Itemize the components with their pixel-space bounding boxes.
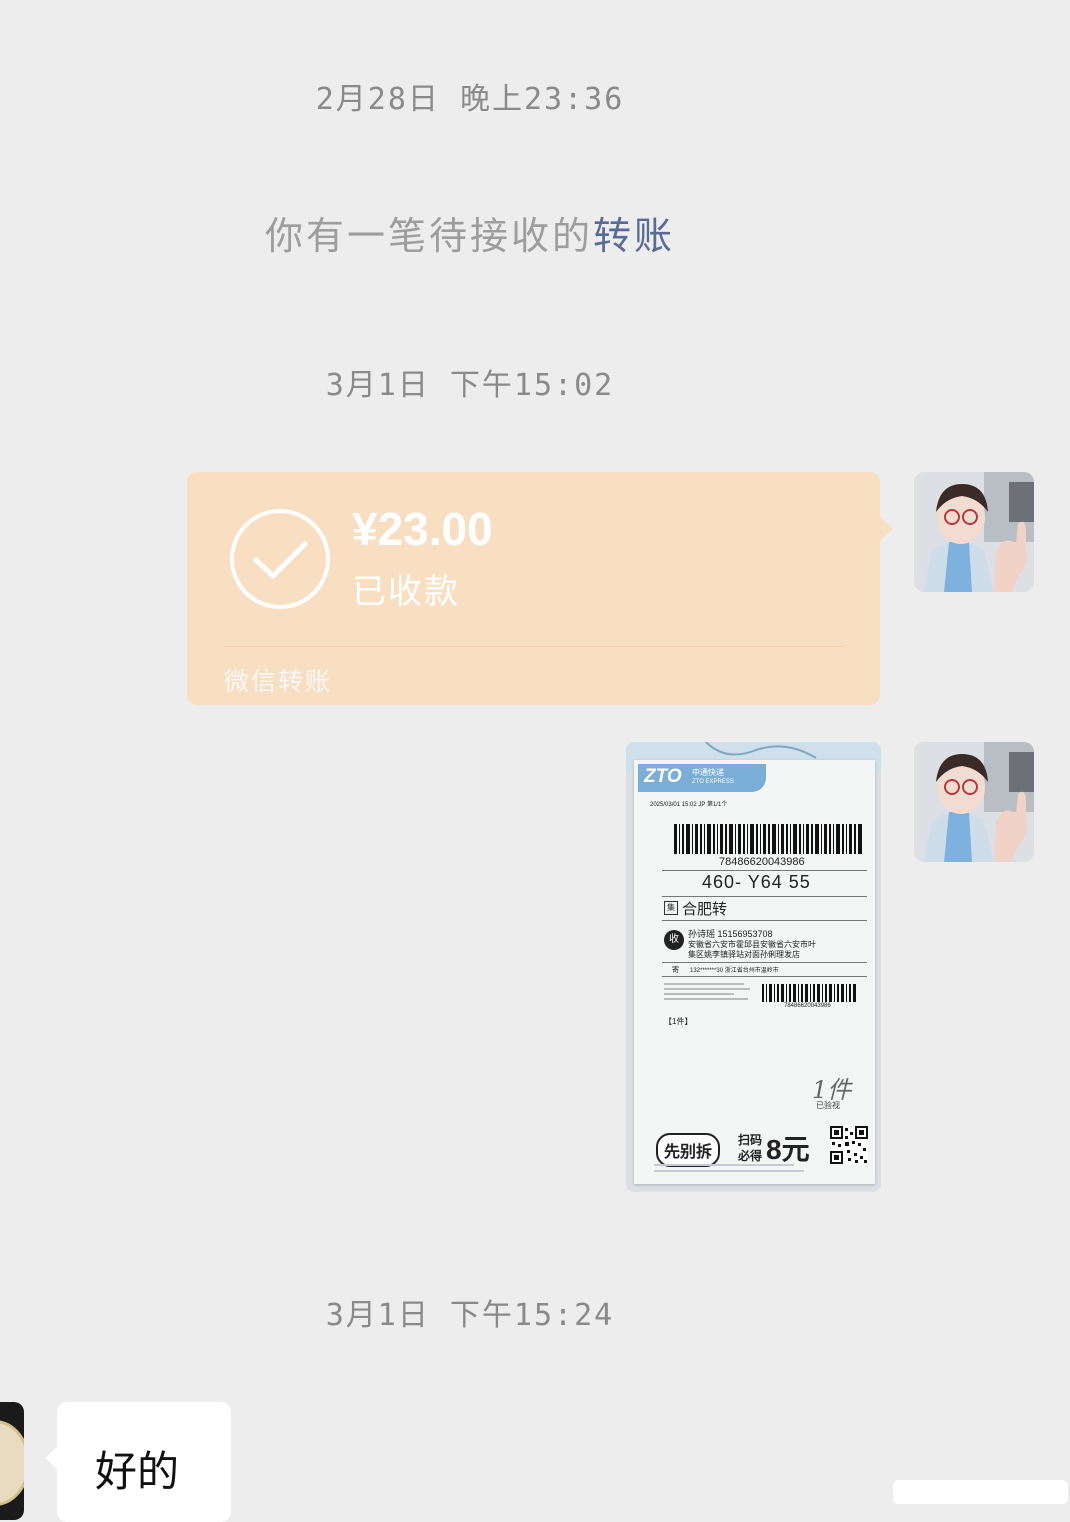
label-rule (662, 962, 867, 963)
label-rule (662, 976, 867, 977)
transfer-pending-notice: 你有一笔待接收的转账 (0, 205, 940, 260)
my-avatar[interactable] (914, 472, 1034, 592)
avatar-photo (914, 742, 1034, 862)
fine-print-block (664, 980, 754, 1006)
carrier-logo: ZTO (644, 766, 682, 787)
timestamp: 3月1日 下午15:24 (325, 1298, 615, 1333)
fine-print-line (654, 1170, 804, 1172)
tracking-barcode (674, 824, 862, 854)
incoming-message-bubble[interactable]: 好的 (45, 1402, 231, 1522)
label-rule (662, 896, 867, 897)
piece-count: 【1件】 (664, 1017, 693, 1026)
parcel-label: ZTO 中通快递 ZTO EXPRESS 2025/03/01 15:02 JP… (634, 760, 875, 1184)
small-barcode-number: 78486620043986 (784, 1003, 831, 1009)
my-avatar[interactable] (914, 742, 1034, 862)
notice-text: 你有一笔待接收的 (264, 214, 593, 258)
promo-scan: 扫码 (738, 1133, 763, 1147)
label-rule (662, 870, 867, 871)
carrier-name-cn: 中通快递 (692, 768, 724, 777)
transfer-link[interactable]: 转账 (593, 214, 675, 258)
bubble-tail (45, 1446, 58, 1470)
carrier-name-en: ZTO EXPRESS (692, 779, 734, 785)
contact-avatar-image (0, 1420, 24, 1506)
divider (224, 646, 843, 647)
bubble-tail (879, 516, 893, 542)
transfer-amount: ¥23.00 (352, 503, 493, 555)
promo-amount: 8元 (766, 1134, 810, 1165)
address-line-2: 集区姚李镇驿站对面孙俐理发店 (688, 950, 800, 959)
tracking-number: 78486620043986 (719, 856, 805, 868)
transfer-footer: 微信转账 (224, 667, 333, 696)
route: 合肥转 (682, 901, 728, 918)
promo-get: 必得 (738, 1149, 763, 1163)
qr-code-icon (830, 1126, 868, 1164)
promo-dont-open: 先别拆 (656, 1133, 721, 1167)
timestamp: 2月28日 晚上23:36 (315, 82, 625, 117)
home-indicator (893, 1480, 1068, 1504)
checked-stamp: 已验视 (816, 1101, 840, 1110)
avatar-photo (914, 472, 1034, 592)
receive-badge: 收 (664, 930, 684, 950)
route-badge: 集 (664, 901, 678, 915)
parcel-photo-message[interactable]: ZTO 中通快递 ZTO EXPRESS 2025/03/01 15:02 JP… (626, 742, 881, 1192)
fine-print-line (654, 1164, 794, 1166)
sender: 132*******30 浙江省台州市温岭市 (690, 968, 779, 974)
timestamp: 3月1日 下午15:02 (325, 368, 615, 403)
message-text: 好的 (95, 1447, 180, 1496)
sort-code: 460- Y64 55 (702, 872, 811, 892)
label-rule (662, 920, 867, 921)
contact-avatar[interactable] (0, 1402, 24, 1520)
transfer-card[interactable]: ¥23.00 已收款 微信转账 (187, 472, 893, 705)
small-barcode (762, 984, 856, 1002)
sender-badge: 寄 (672, 967, 679, 974)
check-circle-icon (230, 509, 330, 609)
transfer-status: 已收款 (352, 572, 460, 612)
print-info: 2025/03/01 15:02 JP 第1/1个 (650, 802, 728, 808)
